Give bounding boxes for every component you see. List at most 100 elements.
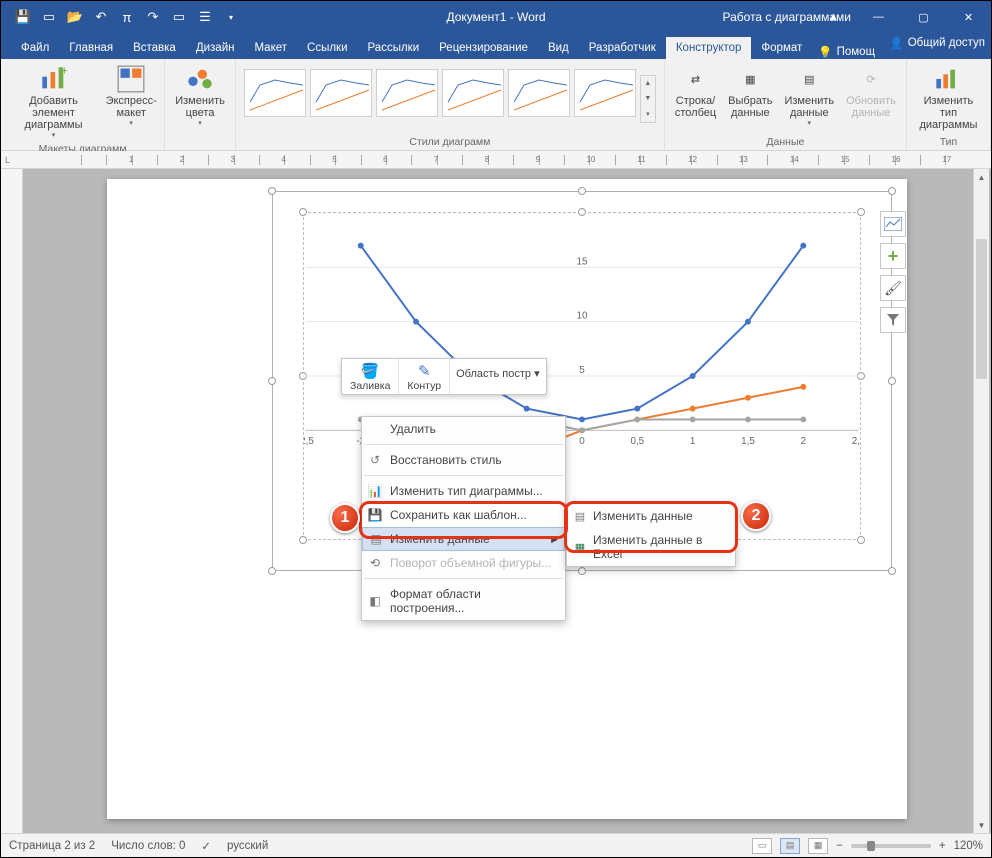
save-icon[interactable]: 💾 [11, 5, 35, 29]
style-thumb[interactable] [442, 69, 504, 117]
page-indicator[interactable]: Страница 2 из 2 [9, 840, 95, 852]
style-thumb[interactable] [244, 69, 306, 117]
selection-handle[interactable] [578, 567, 586, 575]
tab-design[interactable]: Дизайн [186, 37, 245, 59]
tab-view[interactable]: Вид [538, 37, 579, 59]
chart-layout-icon[interactable] [880, 211, 906, 237]
scroll-down-icon[interactable]: ▼ [974, 817, 989, 833]
ribbon-options-icon[interactable]: ▲ [811, 1, 856, 33]
tab-chart-design[interactable]: Конструктор [666, 37, 752, 59]
tab-references[interactable]: Ссылки [297, 37, 358, 59]
switch-row-col-button[interactable]: ⇄Строка/ столбец [671, 63, 720, 121]
menu-delete[interactable]: Удалить [362, 417, 565, 441]
style-thumb[interactable] [574, 69, 636, 117]
zoom-slider[interactable] [851, 844, 931, 848]
style-thumb[interactable] [376, 69, 438, 117]
web-layout-icon[interactable]: ▦ [808, 838, 828, 854]
tab-insert[interactable]: Вставка [123, 37, 186, 59]
selection-handle[interactable] [578, 187, 586, 195]
share-button[interactable]: 👤Общий доступ [889, 36, 985, 50]
refresh-data-button[interactable]: ⟳Обновить данные [842, 63, 900, 121]
selection-handle[interactable] [268, 187, 276, 195]
redo2-icon[interactable]: ↷ [141, 5, 165, 29]
separator [364, 475, 563, 476]
chart-type-icon [934, 65, 962, 93]
print-layout-icon[interactable]: ▤ [780, 838, 800, 854]
submenu-edit-data-excel[interactable]: ▦Изменить данные в Excel [567, 528, 735, 566]
chart-filters-icon[interactable] [880, 307, 906, 333]
chart-elements-icon[interactable]: + [880, 243, 906, 269]
tab-layout[interactable]: Макет [244, 37, 297, 59]
ribbon: + Добавить элемент диаграммы Экспресс- м… [1, 59, 991, 151]
tell-me[interactable]: 💡Помощ [818, 45, 875, 59]
select-data-button[interactable]: ▦Выбрать данные [724, 63, 776, 121]
svg-text:-2,5: -2,5 [304, 436, 314, 447]
submenu-edit-data[interactable]: ▤Изменить данные [567, 504, 735, 528]
zoom-in-icon[interactable]: + [939, 840, 946, 852]
qat-more-icon[interactable]: ▾ [219, 5, 243, 29]
menu-save-template[interactable]: 💾Сохранить как шаблон... [362, 503, 565, 527]
spellcheck-icon[interactable]: ✓ [201, 839, 211, 853]
menu-reset-style[interactable]: ↺Восстановить стиль [362, 448, 565, 472]
scroll-up-icon[interactable]: ▲ [974, 169, 989, 185]
svg-text:1,5: 1,5 [741, 436, 755, 447]
print-icon[interactable]: ▭ [167, 5, 191, 29]
tab-chart-format[interactable]: Формат [751, 37, 812, 59]
redo-icon[interactable]: π [115, 5, 139, 29]
chart-styles-icon[interactable]: 🖌 [880, 275, 906, 301]
close-icon[interactable]: ✕ [946, 1, 991, 33]
zoom-level[interactable]: 120% [954, 840, 983, 852]
gallery-scroll[interactable]: ▲▼▾ [640, 75, 656, 123]
selection-dropdown[interactable]: Область постр ▾ [450, 359, 546, 394]
selection-handle[interactable] [888, 187, 896, 195]
zoom-out-icon[interactable]: − [836, 840, 843, 852]
language-indicator[interactable]: русский [227, 840, 268, 852]
callout-marker-1: 1 [330, 503, 360, 533]
add-chart-element-button[interactable]: + Добавить элемент диаграммы [7, 63, 100, 141]
status-bar: Страница 2 из 2 Число слов: 0 ✓ русский … [1, 833, 991, 857]
open-icon[interactable]: 📂 [63, 5, 87, 29]
touch-icon[interactable]: ☰ [193, 5, 217, 29]
maximize-icon[interactable]: ▢ [901, 1, 946, 33]
fill-button[interactable]: 🪣Заливка [342, 359, 399, 394]
style-thumb[interactable] [508, 69, 570, 117]
minimize-icon[interactable]: — [856, 1, 901, 33]
vertical-scrollbar[interactable]: ▲ ▼ [973, 169, 989, 833]
quick-layout-button[interactable]: Экспресс- макет [104, 63, 158, 129]
change-chart-type-button[interactable]: Изменить тип диаграммы [913, 63, 984, 133]
menu-change-chart-type[interactable]: 📊Изменить тип диаграммы... [362, 479, 565, 503]
selection-handle[interactable] [268, 567, 276, 575]
new-icon[interactable]: ▭ [37, 5, 61, 29]
svg-text:0: 0 [579, 436, 585, 447]
edit-data-button[interactable]: ▤Изменить данные [780, 63, 838, 129]
switch-icon: ⇄ [682, 65, 710, 93]
selection-handle[interactable] [268, 377, 276, 385]
selection-handle[interactable] [888, 567, 896, 575]
style-thumb[interactable] [310, 69, 372, 117]
chart-styles-gallery[interactable]: ▲▼▾ [242, 63, 658, 134]
tab-home[interactable]: Главная [59, 37, 123, 59]
selection-handle[interactable] [888, 377, 896, 385]
palette-icon [186, 65, 214, 93]
change-colors-button[interactable]: Изменить цвета [171, 63, 229, 129]
excel-icon: ▦ [572, 541, 588, 554]
tab-developer[interactable]: Разработчик [579, 37, 666, 59]
tab-mailings[interactable]: Рассылки [358, 37, 430, 59]
svg-text:10: 10 [577, 311, 588, 322]
svg-text:2,5: 2,5 [852, 436, 860, 447]
submenu-arrow-icon: ▶ [551, 534, 558, 545]
tab-file[interactable]: Файл [11, 37, 59, 59]
tab-review[interactable]: Рецензирование [429, 37, 538, 59]
context-menu: Удалить ↺Восстановить стиль 📊Изменить ти… [361, 416, 566, 621]
undo-icon[interactable]: ↶ [89, 5, 113, 29]
menu-edit-data[interactable]: ▤Изменить данные▶ [362, 527, 565, 551]
menu-format-plot-area[interactable]: ◧Формат области построения... [362, 582, 565, 620]
horizontal-ruler: L 1234567891011121314151617 [1, 151, 991, 169]
scroll-thumb[interactable] [976, 239, 987, 379]
fill-icon: 🪣 [361, 362, 380, 380]
rotate-icon: ⟲ [367, 556, 383, 570]
read-mode-icon[interactable]: ▭ [752, 838, 772, 854]
outline-button[interactable]: ✎Контур [399, 359, 450, 394]
word-count[interactable]: Число слов: 0 [111, 840, 185, 852]
mini-toolbar: 🪣Заливка ✎Контур Область постр ▾ [341, 358, 547, 395]
